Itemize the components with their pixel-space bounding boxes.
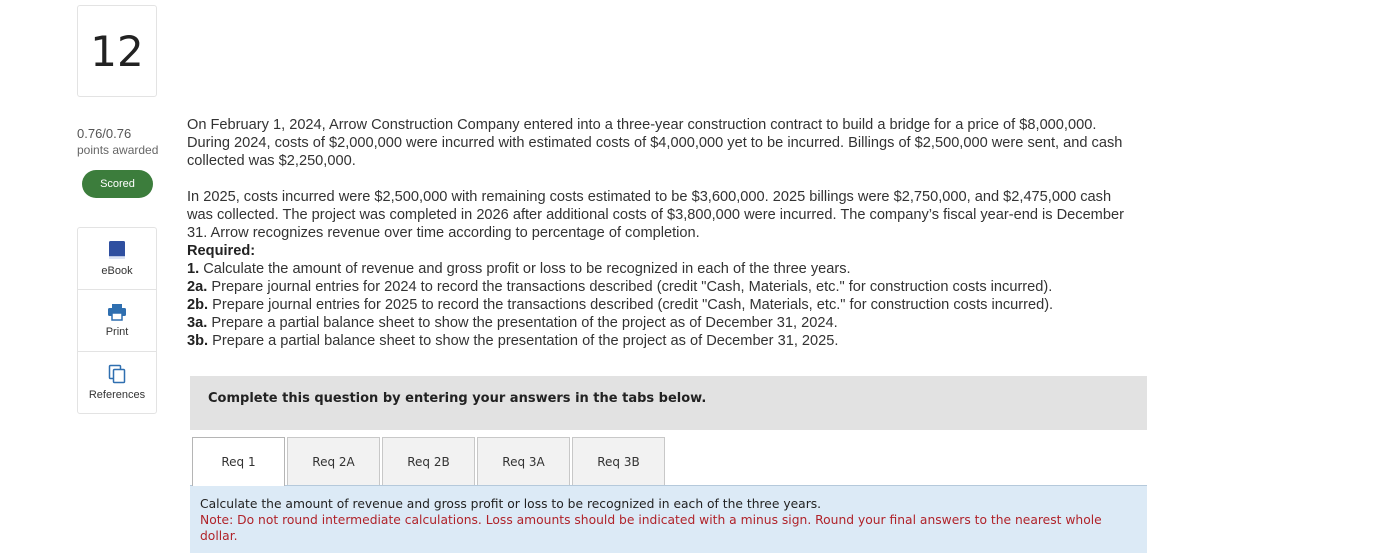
- tab-req-2b[interactable]: Req 2B: [382, 437, 475, 485]
- printer-icon: [108, 304, 126, 321]
- instruction-panel: Complete this question by entering your …: [190, 376, 1147, 430]
- tools-panel: eBook Print References: [77, 227, 157, 414]
- question-paragraph-1: On February 1, 2024, Arrow Construction …: [187, 117, 1123, 169]
- requirement-3b: 3b. Prepare a partial balance sheet to s…: [187, 333, 839, 349]
- score-value: 0.76/0.76: [77, 126, 132, 141]
- status-badge: Scored: [82, 170, 153, 198]
- req1-note: Note: Do not round intermediate calculat…: [200, 513, 1102, 543]
- question-text: On February 1, 2024, Arrow Construction …: [187, 116, 1137, 350]
- requirement-2a: 2a. Prepare journal entries for 2024 to …: [187, 279, 1053, 295]
- required-label: Required:: [187, 243, 256, 259]
- requirement-tabs: Req 1 Req 2A Req 2B Req 3A Req 3B: [192, 437, 667, 486]
- tab-req-3a[interactable]: Req 3A: [477, 437, 570, 485]
- question-number: 12: [77, 5, 157, 97]
- requirement-3a: 3a. Prepare a partial balance sheet to s…: [187, 315, 838, 331]
- references-button[interactable]: References: [78, 351, 156, 413]
- points-awarded-label: points awarded: [77, 143, 159, 157]
- print-button[interactable]: Print: [78, 289, 156, 351]
- tab-req-1[interactable]: Req 1: [192, 437, 285, 486]
- question-paragraph-2: In 2025, costs incurred were $2,500,000 …: [187, 189, 1124, 241]
- tab-req-2a[interactable]: Req 2A: [287, 437, 380, 485]
- references-label: References: [88, 389, 146, 401]
- print-label: Print: [105, 326, 129, 338]
- tab-req-3b[interactable]: Req 3B: [572, 437, 665, 485]
- requirement-1: 1. Calculate the amount of revenue and g…: [187, 261, 851, 277]
- book-icon: [109, 241, 125, 259]
- score-summary: 0.76/0.76 points awarded: [77, 126, 158, 158]
- documents-icon: [108, 364, 126, 384]
- ebook-button[interactable]: eBook: [78, 228, 156, 289]
- req1-instruction: Calculate the amount of revenue and gros…: [200, 497, 822, 511]
- tab-content: Calculate the amount of revenue and gros…: [190, 485, 1147, 553]
- requirement-2b: 2b. Prepare journal entries for 2025 to …: [187, 297, 1054, 313]
- ebook-label: eBook: [101, 265, 133, 277]
